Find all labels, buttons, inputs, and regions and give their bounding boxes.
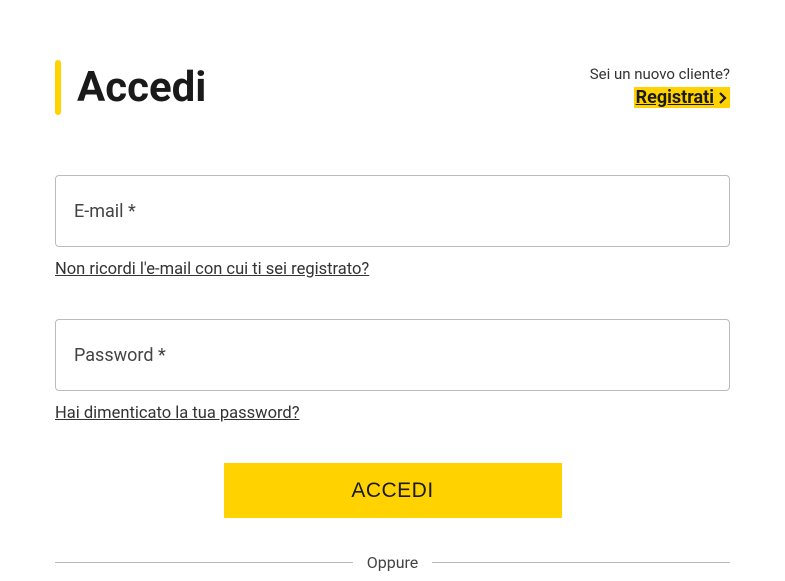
- register-block: Sei un nuovo cliente? Registrati: [590, 60, 730, 108]
- password-field-wrapper[interactable]: Password *: [55, 319, 730, 391]
- forgot-email-link[interactable]: Non ricordi l'e-mail con cui ti sei regi…: [55, 260, 369, 279]
- forgot-password-link[interactable]: Hai dimenticato la tua password?: [55, 404, 300, 423]
- email-input[interactable]: [74, 201, 711, 222]
- chevron-right-icon: [718, 91, 728, 105]
- divider-text: Oppure: [353, 553, 433, 572]
- divider-line-left: [55, 562, 353, 563]
- divider: Oppure: [55, 553, 730, 572]
- header-row: Accedi Sei un nuovo cliente? Registrati: [55, 60, 730, 115]
- divider-line-right: [432, 562, 730, 563]
- title-group: Accedi: [55, 60, 206, 115]
- login-button[interactable]: ACCEDI: [224, 463, 562, 518]
- register-link-label: Registrati: [636, 87, 714, 108]
- register-prompt: Sei un nuovo cliente?: [590, 65, 730, 83]
- page-title: Accedi: [77, 63, 206, 112]
- register-link[interactable]: Registrati: [634, 87, 730, 108]
- password-input[interactable]: [74, 345, 711, 366]
- accent-bar: [55, 60, 61, 115]
- email-field-wrapper[interactable]: E-mail *: [55, 175, 730, 247]
